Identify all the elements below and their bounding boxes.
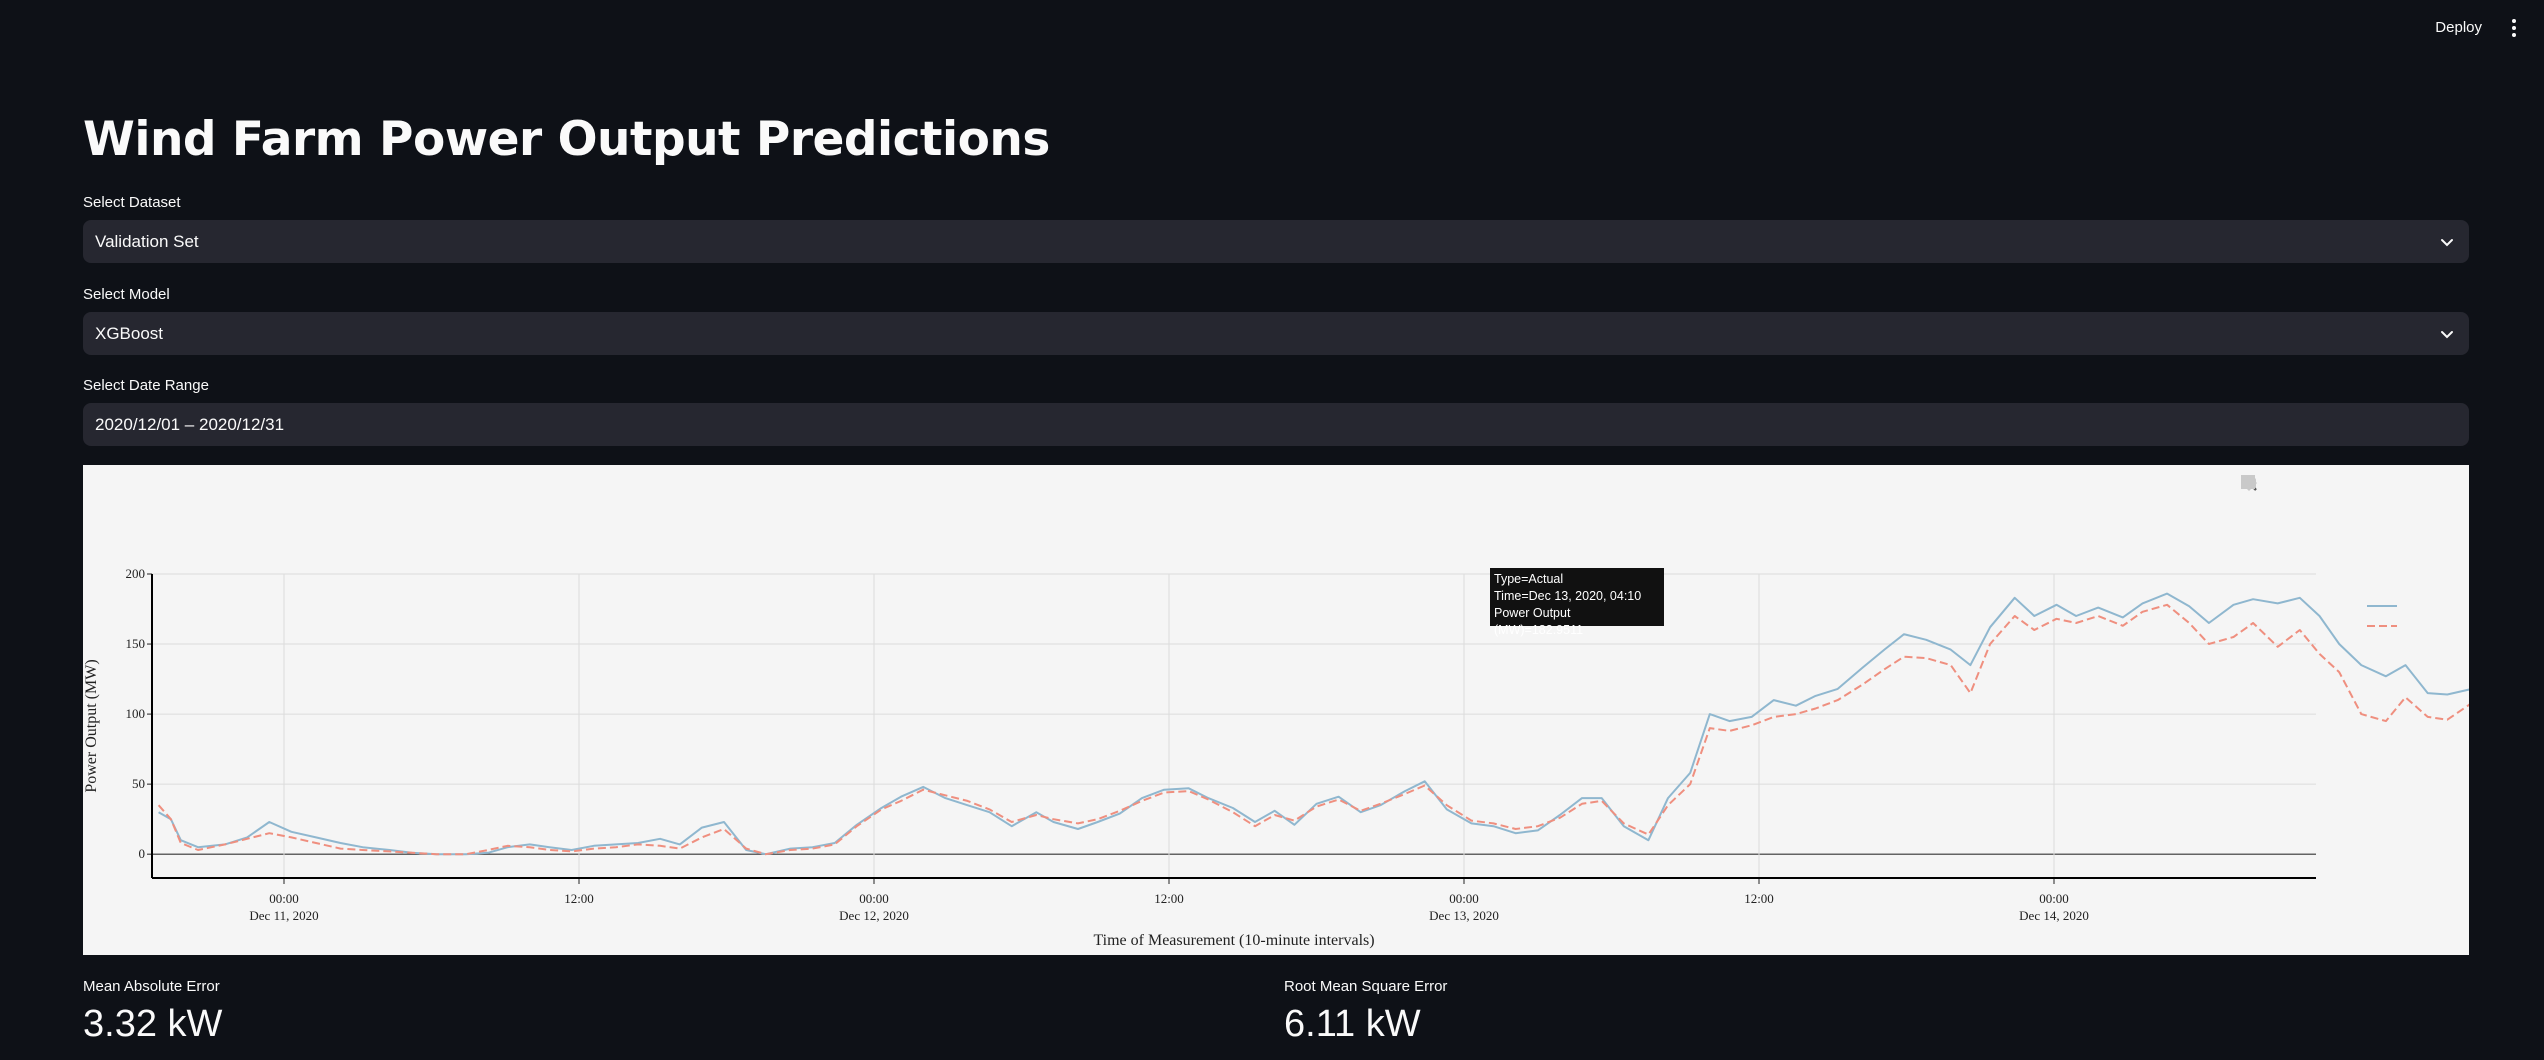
y-tick-label: 0 <box>139 846 146 861</box>
date-range-value: 2020/12/01 – 2020/12/31 <box>95 414 285 434</box>
kebab-menu-icon[interactable] <box>2504 14 2524 42</box>
x-tick-label: 12:00 <box>1154 891 1184 906</box>
zoom-icon[interactable] <box>2241 475 2287 493</box>
page-title: Wind Farm Power Output Predictions <box>83 112 1050 167</box>
x-tick-date-label: Dec 12, 2020 <box>839 908 909 923</box>
chart-panel: 0 50 100 150 200 00:00 Dec 11, 2020 12:00 00:00 D… <box>83 465 2469 955</box>
x-tick-label: 12:00 <box>564 891 594 906</box>
zoom-out-icon[interactable] <box>2241 475 2377 493</box>
tooltip-type: Type=Actual <box>1494 572 1564 586</box>
tooltip-time: Time=Dec 13, 2020, 04:10 <box>1494 589 1642 603</box>
chevron-down-icon <box>2441 330 2453 338</box>
model-label: Select Model <box>83 286 170 303</box>
date-range-label: Select Date Range <box>83 377 209 394</box>
y-tick-label: 150 <box>126 636 146 651</box>
x-axis-title: Time of Measurement (10-minute intervals… <box>1093 932 1374 949</box>
y-tick-label: 100 <box>126 706 146 721</box>
app-header: Deploy <box>0 0 2544 56</box>
date-range-input[interactable]: 2020/12/01 – 2020/12/31 <box>83 403 2469 446</box>
chart-modebar <box>2241 475 2461 493</box>
fullscreen-icon[interactable] <box>2241 475 2461 493</box>
x-tick-label: 12:00 <box>1744 891 1774 906</box>
dataset-select[interactable]: Validation Set <box>83 220 2469 263</box>
autoscale-icon[interactable] <box>2242 475 2405 493</box>
y-tick-label: 50 <box>132 776 145 791</box>
series-line-actual <box>158 592 2469 856</box>
rmse-label: Root Mean Square Error <box>1284 978 1448 995</box>
pan-icon[interactable] <box>2241 475 2315 493</box>
mae-value: 3.32 kW <box>83 1003 223 1045</box>
deploy-button[interactable]: Deploy <box>2423 14 2494 42</box>
x-tick-date-label: Dec 14, 2020 <box>2019 908 2089 923</box>
model-select-value: XGBoost <box>95 323 164 343</box>
model-select[interactable]: XGBoost <box>83 312 2469 355</box>
chevron-down-icon <box>2441 238 2453 246</box>
y-axis-title: Power Output (MW) <box>83 659 100 792</box>
home-icon[interactable] <box>2242 475 2433 493</box>
y-tick-label: 200 <box>126 566 146 581</box>
rmse-value: 6.11 kW <box>1284 1003 1421 1045</box>
series-line-predicted <box>157 603 2469 856</box>
mae-label: Mean Absolute Error <box>83 978 220 995</box>
dataset-label: Select Dataset <box>83 194 181 211</box>
chart-hover-tooltip: Type=Actual Time=Dec 13, 2020, 04:10 Pow… <box>1490 568 1664 637</box>
x-tick-date-label: Dec 11, 2020 <box>249 908 318 923</box>
power-output-chart: 0 50 100 150 200 00:00 Dec 11, 2020 12:00 00:00 D… <box>83 566 2469 949</box>
zoom-in-icon[interactable] <box>2241 475 2349 493</box>
tooltip-power: Power Output (MW)=182.9511 <box>1494 606 1584 637</box>
x-tick-date-label: Dec 13, 2020 <box>1429 908 1499 923</box>
x-tick-label: 00:00 <box>2039 891 2069 906</box>
x-tick-label: 00:00 <box>859 891 889 906</box>
dataset-select-value: Validation Set <box>95 231 199 251</box>
x-tick-label: 00:00 <box>1449 891 1479 906</box>
x-tick-label: 00:00 <box>269 891 299 906</box>
